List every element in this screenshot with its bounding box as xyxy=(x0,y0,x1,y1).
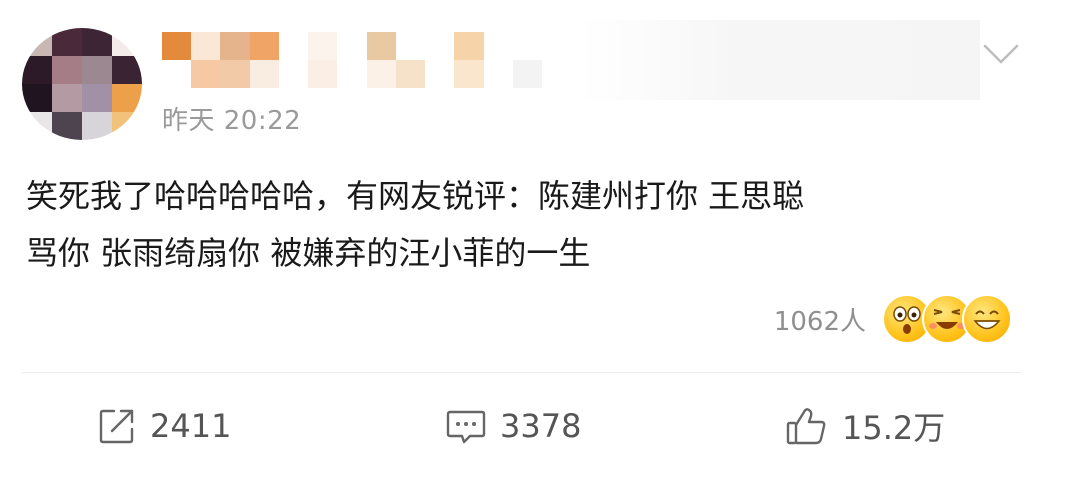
comment-icon xyxy=(446,407,486,445)
avatar[interactable] xyxy=(22,28,142,140)
thumbs-up-icon xyxy=(786,406,828,446)
post-timestamp: 昨天 20:22 xyxy=(162,106,302,136)
share-icon xyxy=(98,407,136,445)
weibo-post-card: 昨天 20:22 笑死我了哈哈哈哈哈，有网友锐评：陈建州打你 王思聪 骂你 张雨… xyxy=(0,0,1080,491)
username-pixelated[interactable] xyxy=(162,32,542,88)
reaction-count: 1062人 xyxy=(773,306,866,337)
action-bar: 2411 3378 15.2万 xyxy=(0,376,1080,476)
grinning-emoji-icon xyxy=(962,294,1012,344)
comment-button[interactable]: 3378 xyxy=(446,398,581,454)
chevron-down-icon[interactable] xyxy=(983,42,1019,68)
divider xyxy=(22,372,1022,373)
blurred-area xyxy=(580,20,980,100)
post-content: 笑死我了哈哈哈哈哈，有网友锐评：陈建州打你 王思聪 骂你 张雨绮扇你 被嫌弃的汪… xyxy=(26,177,805,272)
share-button[interactable]: 2411 xyxy=(98,398,231,454)
share-count: 2411 xyxy=(150,407,232,445)
reaction-summary[interactable]: 1062人 xyxy=(774,294,1012,344)
comment-count: 3378 xyxy=(500,407,582,445)
like-button[interactable]: 15.2万 xyxy=(786,398,945,454)
like-count: 15.2万 xyxy=(842,409,946,447)
reaction-emoji-stack xyxy=(882,294,1012,344)
